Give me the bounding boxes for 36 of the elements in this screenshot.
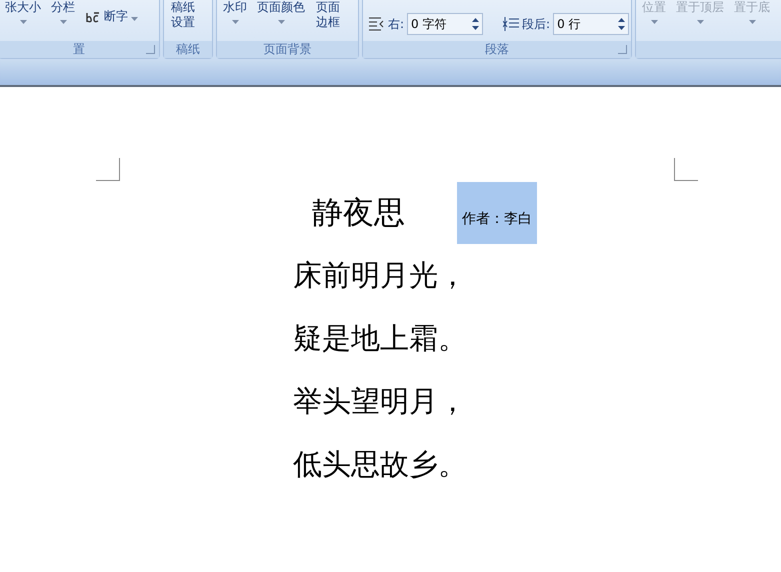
indent-icon <box>369 17 385 31</box>
ribbon-button[interactable]: 稿纸设置 <box>170 0 196 30</box>
author-text: 作者：李白 <box>457 182 537 244</box>
dropdown-arrow-icon <box>696 20 704 24</box>
margin-corner-mark <box>674 158 698 181</box>
dropdown-button[interactable]: 页面颜色 <box>257 0 305 24</box>
dropdown-arrow-icon <box>650 20 658 24</box>
hyphenation-icon <box>85 10 101 24</box>
group-label: 置 <box>73 41 85 58</box>
spin-label: 段后: <box>522 16 550 32</box>
margin-corner-mark <box>96 158 120 181</box>
dropdown-arrow-icon <box>131 17 138 21</box>
dropdown-arrow-icon <box>60 20 66 24</box>
spin-label: 右: <box>388 16 404 32</box>
dropdown-arrow-icon <box>748 20 756 24</box>
poem-line: 举头望明月， <box>293 383 468 420</box>
ribbon-button[interactable]: 页面边框 <box>315 0 342 30</box>
dropdown-button[interactable]: 水印 <box>223 0 247 24</box>
dropdown-arrow-icon <box>20 20 26 24</box>
dropdown-arrow-icon <box>278 20 284 24</box>
dropdown-button[interactable]: 张大小 <box>5 0 41 24</box>
spinner-arrows-icon[interactable] <box>618 17 626 31</box>
group-label: 页面背景 <box>264 41 312 58</box>
spinner-arrows-icon[interactable] <box>472 17 480 31</box>
line-spacing-icon <box>503 17 520 31</box>
dropdown-button[interactable]: 分栏 <box>51 0 75 24</box>
poem-line: 低头思故乡。 <box>293 446 468 483</box>
group-label: 稿纸 <box>176 41 200 58</box>
dropdown-arrow-icon <box>232 20 238 24</box>
poem-line: 床前明月光， <box>293 257 468 294</box>
poem-title: 静夜思 <box>312 194 405 233</box>
spin-field[interactable]: 0 字符 <box>407 13 484 35</box>
poem-line: 疑是地上霜。 <box>293 320 468 357</box>
spin-field[interactable]: 0 行 <box>553 13 630 35</box>
group-label: 段落 <box>485 41 509 58</box>
hyphenation-button[interactable]: 断字 <box>85 8 138 25</box>
